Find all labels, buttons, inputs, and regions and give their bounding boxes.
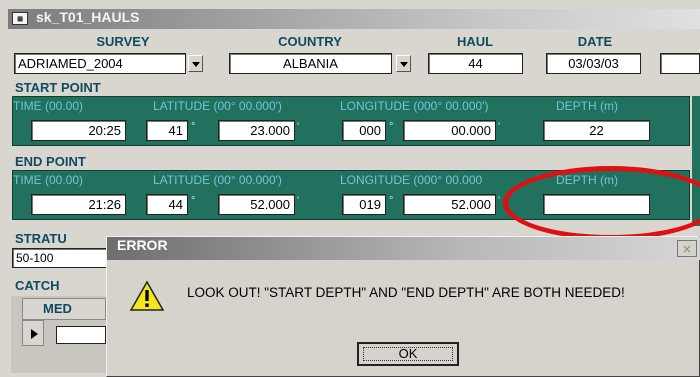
degree-symbol: ° <box>191 121 196 133</box>
end-lat-deg-field[interactable]: 44 <box>146 194 188 215</box>
current-row-icon <box>31 329 38 339</box>
start-point-title: START POINT <box>15 80 101 95</box>
end-point-title: END POINT <box>15 154 86 169</box>
error-dialog: ERROR × LOOK OUT! "START DEPTH" AND "END… <box>106 236 700 377</box>
dialog-message: LOOK OUT! "START DEPTH" AND "END DEPTH" … <box>187 285 625 300</box>
start-time-field[interactable]: 20:25 <box>31 120 126 141</box>
start-lon-min-field[interactable]: 00.000 <box>403 120 496 141</box>
end-longitude-label: LONGITUDE (000° 00.000 <box>340 173 483 187</box>
start-point-panel: TIME (00.00) LATITUDE (00° 00.000') LONG… <box>12 96 690 146</box>
survey-dropdown-button[interactable] <box>188 55 203 72</box>
minute-symbol: ' <box>297 121 300 133</box>
degree-symbol: ° <box>389 121 394 133</box>
survey-label: SURVEY <box>96 34 150 49</box>
catch-column-label: MED <box>43 301 72 316</box>
end-time-label: TIME (00.00) <box>13 173 84 187</box>
country-label: COUNTRY <box>278 34 342 49</box>
start-depth-field[interactable]: 22 <box>543 120 650 141</box>
survey-value: ADRIAMED_2004 <box>18 56 123 71</box>
start-depth-label: DEPTH (m) <box>556 99 618 113</box>
degree-symbol: ° <box>389 195 394 207</box>
start-time-label: TIME (00.00) <box>13 99 84 113</box>
start-lat-deg-field[interactable]: 41 <box>146 120 188 141</box>
haul-field[interactable]: 44 <box>428 53 523 74</box>
warning-icon <box>129 280 165 317</box>
country-dropdown-button[interactable] <box>396 55 411 72</box>
start-lon-deg-field[interactable]: 000 <box>342 120 386 141</box>
row-selector[interactable] <box>22 320 44 346</box>
minute-symbol: ' <box>498 195 501 207</box>
window-title: sk_T01_HAULS <box>36 9 140 25</box>
date-label: DATE <box>577 34 613 49</box>
start-longitude-label: LONGITUDE (000° 00.000') <box>340 99 489 113</box>
stratum-label: STRATU <box>15 231 67 246</box>
degree-symbol: ° <box>191 195 196 207</box>
survey-select[interactable]: ADRIAMED_2004 <box>14 53 186 74</box>
start-latitude-label: LATITUDE (00° 00.000') <box>153 99 282 113</box>
date-field[interactable]: 03/03/03 <box>546 53 641 74</box>
end-time-field[interactable]: 21:26 <box>31 194 126 215</box>
end-lat-min-field[interactable]: 52.000 <box>218 194 295 215</box>
country-value: ALBANIA <box>283 56 338 71</box>
start-lat-min-field[interactable]: 23.000 <box>218 120 295 141</box>
form-icon: ▦ <box>12 12 28 25</box>
highlight-ellipse <box>503 166 700 240</box>
minute-symbol: ' <box>498 121 501 133</box>
stratum-field[interactable]: 50-100 <box>12 248 107 268</box>
end-lon-min-field[interactable]: 52.000 <box>403 194 496 215</box>
end-lon-deg-field[interactable]: 019 <box>342 194 386 215</box>
end-latitude-label: LATITUDE (00° 00.000') <box>153 173 282 187</box>
close-button[interactable]: × <box>677 240 697 257</box>
catch-column-header[interactable]: MED <box>22 298 106 320</box>
ok-button[interactable]: OK <box>357 342 459 366</box>
country-select[interactable]: ALBANIA <box>229 53 392 74</box>
catch-cell[interactable] <box>56 326 106 344</box>
window-titlebar: ▦ sk_T01_HAULS <box>8 9 700 29</box>
focus-rect <box>363 347 453 361</box>
dialog-title: ERROR <box>117 237 168 253</box>
haul-label: HAUL <box>456 34 494 49</box>
dialog-titlebar: ERROR × <box>107 237 700 260</box>
extra-field[interactable] <box>660 53 700 74</box>
minute-symbol: ' <box>297 195 300 207</box>
catch-label: CATCH <box>15 278 60 293</box>
